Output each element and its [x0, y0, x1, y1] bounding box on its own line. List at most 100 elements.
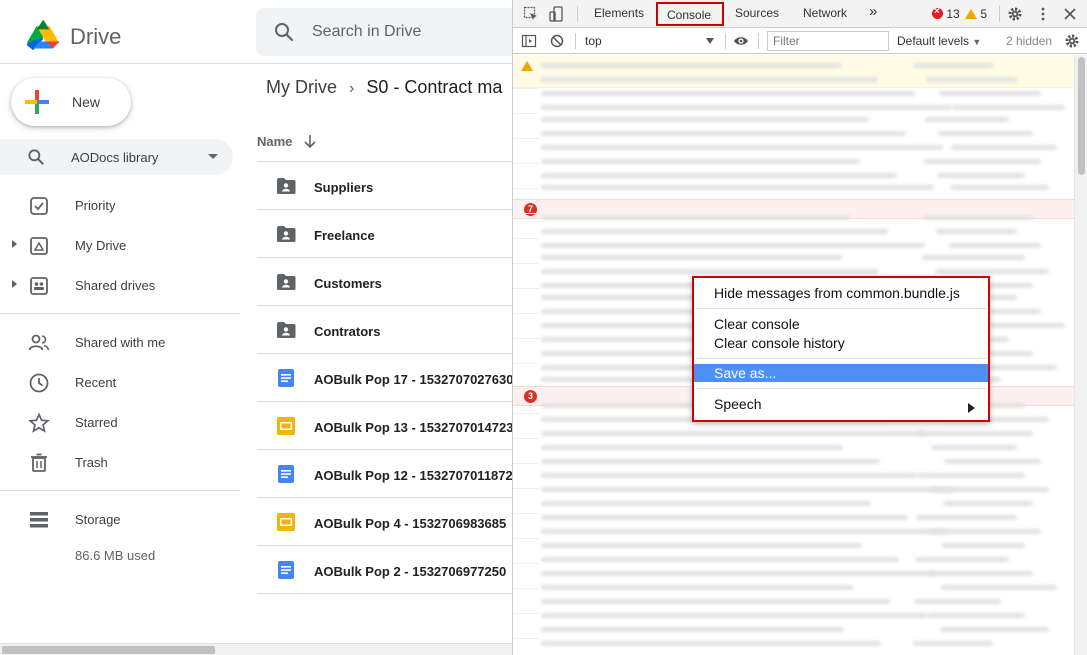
file-row[interactable]: Contrators: [257, 306, 512, 354]
console-source-link: [929, 529, 1041, 534]
tab-console-highlight[interactable]: Console: [656, 2, 724, 26]
error-counter[interactable]: 13: [932, 6, 960, 21]
console-settings-gear-icon[interactable]: [1064, 33, 1080, 49]
expand-arrow-icon[interactable]: [12, 280, 17, 288]
log-levels-dropdown[interactable]: Default levels ▼: [897, 34, 981, 48]
tab-network[interactable]: Network: [803, 6, 847, 20]
trash-icon: [31, 453, 47, 472]
vertical-scrollbar[interactable]: [1074, 55, 1087, 655]
console-log-line: [541, 641, 881, 646]
toolbar-separator: [999, 6, 1000, 22]
console-source-link: [943, 501, 1033, 506]
console-log-line: [541, 515, 908, 520]
console-log-line: [541, 77, 878, 82]
console-log-line: [541, 215, 851, 220]
search-icon[interactable]: [272, 20, 296, 44]
message-divider: [513, 488, 539, 489]
tab-console[interactable]: Console: [667, 8, 711, 22]
file-row[interactable]: Freelance: [257, 210, 512, 258]
file-row[interactable]: Customers: [257, 258, 512, 306]
console-log-line: [541, 599, 890, 604]
drive-pane: Drive New AODocs library: [0, 0, 512, 655]
console-source-link: [931, 445, 1017, 450]
expand-arrow-icon[interactable]: [12, 240, 17, 248]
filter-box[interactable]: [767, 31, 889, 51]
warning-message[interactable]: [513, 55, 1074, 88]
breadcrumb-root[interactable]: My Drive: [266, 77, 337, 97]
scrollbar-thumb[interactable]: [1078, 57, 1085, 175]
toolbar-separator: [577, 6, 578, 22]
file-name: Suppliers: [314, 180, 374, 195]
tab-sources[interactable]: Sources: [735, 6, 779, 20]
message-divider: [513, 163, 539, 164]
tab-elements[interactable]: Elements: [594, 6, 644, 20]
more-vertical-icon[interactable]: [1035, 6, 1051, 22]
horizontal-scrollbar[interactable]: [0, 643, 512, 655]
nav-item-trash[interactable]: Trash: [0, 446, 240, 478]
menu-item-speech[interactable]: Speech: [694, 394, 988, 414]
menu-item-label: Speech: [714, 396, 762, 412]
new-button[interactable]: New: [11, 78, 131, 126]
clear-console-icon[interactable]: [549, 33, 565, 49]
nav-item-priority[interactable]: Priority: [0, 189, 240, 221]
console-log-line: [541, 627, 844, 632]
console-log-line: [541, 529, 945, 534]
google-doc-icon: [278, 465, 294, 483]
console-source-link: [917, 473, 1025, 478]
console-source-link: [923, 215, 1033, 220]
drive-search-box[interactable]: [256, 8, 512, 56]
breadcrumb-current[interactable]: S0 - Contract ma: [366, 77, 502, 97]
more-tabs-button[interactable]: »: [869, 3, 877, 20]
nav-item-starred[interactable]: Starred: [0, 406, 240, 438]
shared-folder-icon: [277, 322, 296, 338]
file-row[interactable]: AOBulk Pop 13 - 1532707014723: [257, 402, 512, 450]
menu-separator: [696, 388, 986, 389]
console-log-line: [541, 431, 926, 436]
chevron-down-icon[interactable]: [208, 154, 218, 159]
file-row[interactable]: AOBulk Pop 2 - 1532706977250: [257, 546, 512, 594]
clock-icon: [29, 373, 49, 393]
nav-item-shared-with-me[interactable]: Shared with me: [0, 326, 240, 358]
name-column-header[interactable]: Name: [257, 134, 316, 149]
eye-icon[interactable]: [733, 33, 749, 49]
inspect-element-icon[interactable]: [523, 6, 539, 22]
file-row[interactable]: AOBulk Pop 12 - 1532707011872: [257, 450, 512, 498]
filter-input[interactable]: [768, 32, 888, 50]
console-source-link: [937, 173, 1025, 178]
nav-item-my-drive[interactable]: My Drive: [0, 229, 240, 261]
nav-item-storage[interactable]: Storage: [0, 503, 240, 535]
nav-item-shared-drives[interactable]: Shared drives: [0, 269, 240, 301]
drive-logo-icon[interactable]: [24, 18, 62, 52]
menu-item-save-as[interactable]: Save as...: [694, 364, 988, 382]
menu-item-clear-console[interactable]: Clear console: [694, 314, 988, 334]
device-toolbar-icon[interactable]: [549, 6, 565, 22]
message-divider: [513, 588, 539, 589]
file-row[interactable]: Suppliers: [257, 162, 512, 210]
file-row[interactable]: AOBulk Pop 4 - 1532706983685: [257, 498, 512, 546]
console-log-line: [541, 255, 842, 260]
chevron-down-icon[interactable]: [706, 38, 714, 44]
nav-item-recent[interactable]: Recent: [0, 366, 240, 398]
context-selector[interactable]: top: [585, 34, 602, 48]
console-source-link: [939, 91, 1041, 96]
menu-item-hide-messages[interactable]: Hide messages from common.bundle.js: [694, 283, 988, 303]
drive-header: Drive: [0, 0, 512, 64]
file-name: AOBulk Pop 12 - 1532707011872: [314, 468, 512, 483]
priority-check-icon: [30, 197, 48, 215]
sidebar-toggle-icon[interactable]: [521, 33, 537, 49]
file-row[interactable]: AOBulk Pop 17 - 1532707027630: [257, 354, 512, 402]
storage-used: 86.6 MB used: [75, 548, 156, 563]
console-log-line: [541, 173, 897, 178]
close-icon[interactable]: [1062, 6, 1078, 22]
library-selector[interactable]: AODocs library: [0, 139, 233, 175]
gear-icon[interactable]: [1007, 6, 1023, 22]
console-context-menu: Hide messages from common.bundle.js Clea…: [692, 276, 990, 422]
menu-item-clear-console-history[interactable]: Clear console history: [694, 333, 988, 353]
scrollbar-thumb[interactable]: [2, 646, 215, 654]
sort-arrow-down-icon[interactable]: [303, 133, 317, 149]
file-name: AOBulk Pop 17 - 1532707027630: [314, 372, 512, 387]
breadcrumb: My Drive › S0 - Contract ma: [266, 77, 502, 98]
message-divider: [513, 463, 539, 464]
drive-search-input[interactable]: [312, 20, 512, 44]
warning-counter[interactable]: 5: [965, 7, 987, 21]
